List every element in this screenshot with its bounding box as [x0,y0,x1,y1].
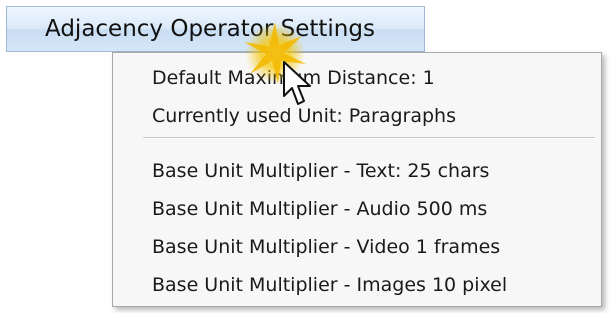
menu-separator [143,137,595,139]
menu-item-images-multiplier[interactable]: Base Unit Multiplier - Images 10 pixel [113,269,601,301]
adjacency-settings-dropdown-menu: Default Maximum Distance: 1 Currently us… [112,52,602,307]
menu-item-currently-used-unit[interactable]: Currently used Unit: Paragraphs [113,100,601,132]
menu-item-text-multiplier[interactable]: Base Unit Multiplier - Text: 25 chars [113,155,601,187]
menu-item-default-maximum-distance[interactable]: Default Maximum Distance: 1 [113,62,601,94]
menu-item-audio-multiplier[interactable]: Base Unit Multiplier - Audio 500 ms [113,193,601,225]
adjacency-operator-settings-button[interactable]: Adjacency Operator Settings [6,6,425,52]
menu-item-video-multiplier[interactable]: Base Unit Multiplier - Video 1 frames [113,231,601,263]
